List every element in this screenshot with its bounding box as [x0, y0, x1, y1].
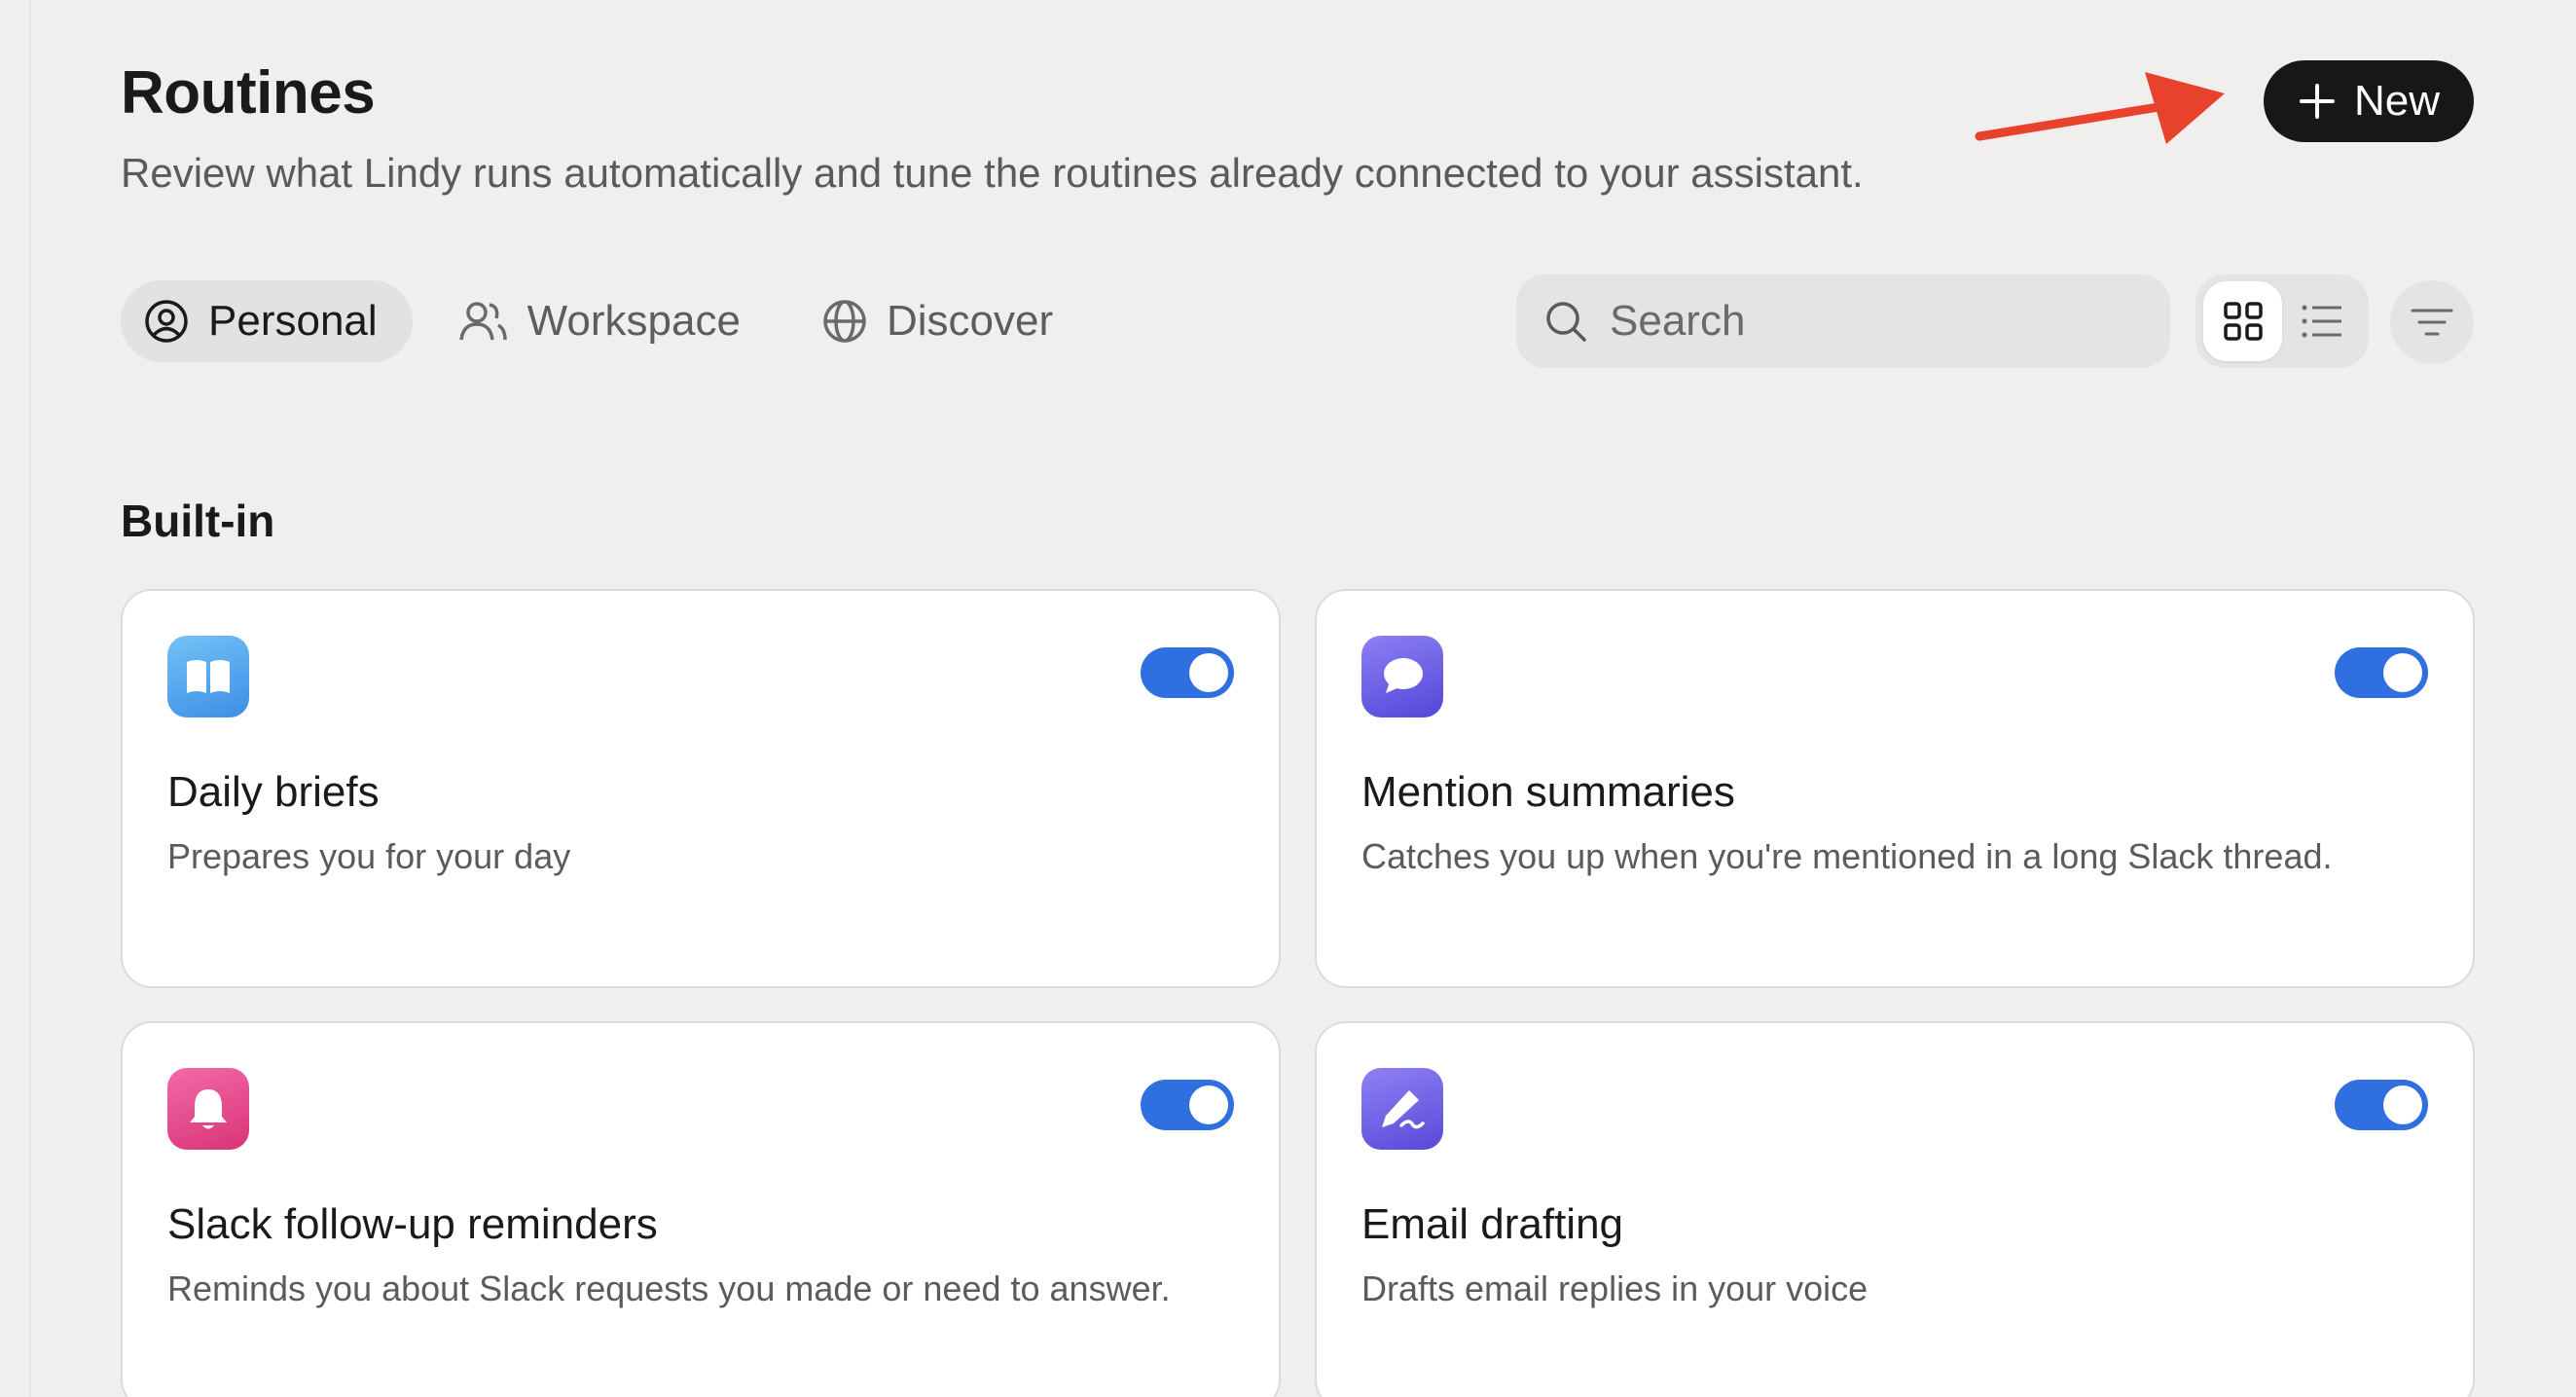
filter-button[interactable]	[2390, 280, 2474, 364]
routine-card-daily-briefs[interactable]: Daily briefs Prepares you for your day	[121, 589, 1281, 988]
filter-icon	[2411, 309, 2453, 336]
tab-discover[interactable]: Discover	[799, 280, 1088, 362]
tab-workspace[interactable]: Workspace	[436, 280, 776, 362]
user-circle-icon	[145, 300, 188, 343]
routine-toggle[interactable]	[2335, 1080, 2428, 1130]
bell-icon	[167, 1068, 249, 1150]
book-icon	[167, 636, 249, 717]
search-input[interactable]	[1610, 297, 2116, 346]
sidebar-edge	[0, 0, 31, 1397]
routine-toggle[interactable]	[2335, 647, 2428, 698]
tab-personal[interactable]: Personal	[121, 280, 413, 362]
routine-card-email-drafting[interactable]: Email drafting Drafts email replies in y…	[1315, 1021, 2475, 1397]
new-routine-button[interactable]: New	[2264, 60, 2474, 142]
globe-icon	[823, 300, 866, 343]
pen-icon	[1361, 1068, 1443, 1150]
grid-icon	[2223, 302, 2263, 341]
grid-view-button[interactable]	[2203, 281, 2282, 361]
annotation-arrow-icon	[1975, 72, 2225, 144]
card-description: Prepares you for your day	[167, 836, 571, 876]
routine-toggle[interactable]	[1141, 1080, 1234, 1130]
section-title: Built-in	[121, 496, 275, 546]
routine-toggle[interactable]	[1141, 647, 1234, 698]
tab-personal-label: Personal	[208, 297, 378, 345]
card-title: Daily briefs	[167, 768, 380, 816]
chat-bubble-icon	[1361, 636, 1443, 717]
search-box[interactable]	[1516, 275, 2170, 368]
routine-card-mention-summaries[interactable]: Mention summaries Catches you up when yo…	[1315, 589, 2475, 988]
new-button-label: New	[2353, 77, 2441, 125]
search-icon	[1546, 302, 1586, 342]
page-subtitle: Review what Lindy runs automatically and…	[121, 150, 1864, 196]
tab-discover-label: Discover	[886, 297, 1054, 345]
card-title: Mention summaries	[1361, 768, 1735, 816]
card-description: Drafts email replies in your voice	[1361, 1268, 1869, 1308]
card-description: Reminds you about Slack requests you mad…	[167, 1268, 1171, 1308]
list-icon	[2302, 305, 2341, 338]
card-title: Slack follow-up reminders	[167, 1200, 658, 1248]
list-view-button[interactable]	[2282, 281, 2361, 361]
plus-icon	[2299, 84, 2335, 119]
view-toggle	[2195, 275, 2369, 368]
scope-tabs: Personal Workspace Discover	[121, 280, 1088, 362]
routine-card-slack-follow-up-reminders[interactable]: Slack follow-up reminders Reminds you ab…	[121, 1021, 1281, 1397]
users-icon	[458, 302, 507, 341]
tab-workspace-label: Workspace	[526, 297, 741, 345]
card-title: Email drafting	[1361, 1200, 1624, 1248]
card-description: Catches you up when you're mentioned in …	[1361, 836, 2333, 876]
page-title: Routines	[121, 59, 376, 127]
